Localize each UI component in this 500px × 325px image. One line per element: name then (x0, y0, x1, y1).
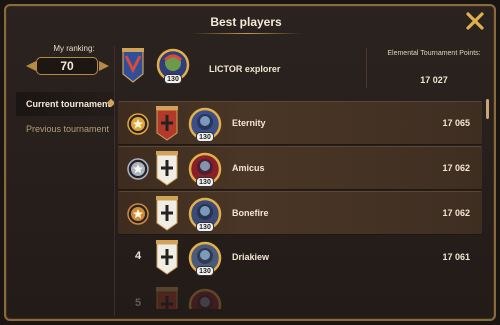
table-row[interactable]: 130 Eternity 17 065 (118, 101, 482, 145)
guild-banner-icon (156, 151, 178, 186)
panel-divider (114, 46, 115, 316)
guild-banner-icon (122, 48, 144, 83)
player-level-badge: 130 (196, 266, 214, 276)
my-ranking-label: My ranking: (53, 44, 95, 53)
player-level-badge: 130 (196, 222, 214, 232)
table-row[interactable]: 130 Amicus 17 062 (118, 146, 482, 190)
player-level-badge: 130 (164, 74, 182, 84)
leaderboard-window: Best players My ranking: 70 Current tour… (4, 4, 496, 321)
silver-medal-icon (127, 158, 149, 180)
my-ranking-value: 70 (36, 57, 98, 75)
player-score: 17 061 (442, 252, 470, 262)
player-name: Amicus (232, 163, 265, 173)
title-bar: Best players (6, 6, 494, 36)
player-score: 17 062 (442, 163, 470, 173)
player-score: 17 065 (442, 118, 470, 128)
player-name: Driakiew (232, 252, 270, 262)
rank-number: 5 (134, 297, 142, 309)
nav-previous-tournament[interactable]: Previous tournament (16, 117, 116, 141)
guild-banner-icon (156, 196, 178, 231)
guild-banner-icon (156, 106, 178, 141)
player-avatar-icon (188, 288, 222, 309)
close-button[interactable] (464, 10, 486, 32)
my-points-value: 17 027 (420, 75, 448, 85)
gold-medal-icon (127, 113, 149, 135)
player-level-badge: 130 (196, 132, 214, 142)
my-player-row: 130 LICTOR explorer Elemental Tournament… (116, 44, 494, 94)
my-player-name: LICTOR explorer (209, 64, 281, 74)
close-icon (466, 12, 484, 30)
guild-banner-icon (156, 240, 178, 275)
header-divider (366, 48, 367, 88)
window-title: Best players (210, 15, 282, 29)
nav-item-label: Previous tournament (26, 124, 110, 134)
title-underline (192, 33, 302, 34)
ranking-wing-right-icon (99, 61, 109, 71)
table-row[interactable]: 130 Bonefire 17 062 (118, 191, 482, 235)
player-name: Bonefire (232, 208, 269, 218)
player-score: 17 062 (442, 208, 470, 218)
table-row[interactable]: 4 130 Driakiew 17 061 (118, 236, 482, 280)
nav-current-tournament[interactable]: Current tournament (16, 92, 116, 116)
rank-number: 4 (134, 250, 142, 262)
scrollbar-thumb[interactable] (486, 99, 489, 119)
table-row[interactable]: 5 (118, 283, 482, 309)
nav-item-label: Current tournament (26, 99, 111, 109)
ranking-wing-left-icon (26, 61, 36, 71)
bronze-medal-icon (127, 203, 149, 225)
guild-banner-icon (156, 287, 178, 309)
player-level-badge: 130 (196, 177, 214, 187)
side-nav: Current tournament Previous tournament (16, 92, 116, 141)
players-list[interactable]: 130 Eternity 17 065 130 Amicus 17 062 13… (118, 101, 482, 309)
player-name: Eternity (232, 118, 266, 128)
points-label: Elemental Tournament Points: (387, 50, 481, 57)
